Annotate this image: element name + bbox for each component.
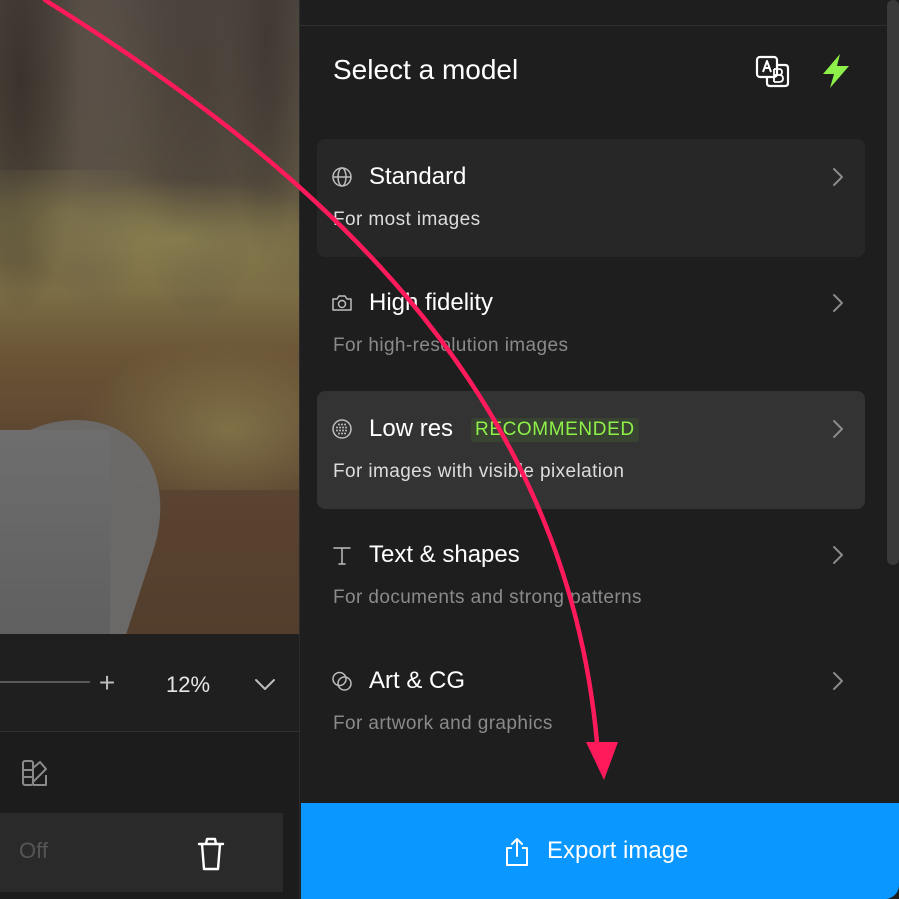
model-description: For images with visible pixelation: [333, 461, 625, 482]
model-description: For high-resolution images: [333, 335, 569, 356]
recommended-badge: RECOMMENDED: [471, 418, 639, 442]
model-name: Standard: [369, 163, 467, 190]
model-card-standard[interactable]: Standard For most images: [317, 139, 865, 257]
panel-title: Select a model: [333, 54, 519, 85]
export-button-label[interactable]: Export image: [547, 837, 688, 865]
model-card-low-res[interactable]: Low res RECOMMENDED For images with visi…: [317, 391, 865, 509]
model-description: For documents and strong patterns: [333, 587, 642, 608]
model-card-high-fidelity[interactable]: High fidelity For high-resolution images: [317, 265, 865, 383]
chevron-right-icon: [833, 294, 843, 312]
zoom-slider[interactable]: [0, 681, 90, 683]
chevron-right-icon: [833, 672, 843, 690]
globe-icon: [332, 167, 352, 187]
scrollbar[interactable]: [887, 0, 899, 565]
chevron-down-icon[interactable]: [252, 672, 278, 696]
model-description: For artwork and graphics: [333, 713, 553, 734]
palette-icon[interactable]: [20, 758, 50, 788]
chevron-right-icon: [833, 546, 843, 564]
model-name: Text & shapes: [369, 541, 520, 568]
bolt-icon[interactable]: [818, 52, 854, 90]
camera-icon: [332, 295, 352, 311]
model-card-text-shapes[interactable]: Text & shapes For documents and strong p…: [317, 517, 865, 635]
model-description: For most images: [333, 209, 481, 230]
photo-road-edge: [0, 430, 110, 634]
model-name: Art & CG: [369, 667, 466, 694]
image-preview[interactable]: [0, 0, 299, 634]
trash-icon[interactable]: [195, 836, 227, 872]
translate-icon[interactable]: [752, 52, 792, 90]
model-card-art-cg[interactable]: Art & CG For artwork and graphics: [317, 643, 865, 761]
zoom-value[interactable]: 12%: [150, 670, 226, 700]
chevron-right-icon: [833, 420, 843, 438]
dotted-circle-icon: [332, 419, 352, 439]
model-name: Low res: [369, 415, 454, 442]
text-icon: [333, 547, 351, 565]
toggle-value: Off: [19, 838, 48, 863]
chevron-right-icon: [833, 168, 843, 186]
divider: [300, 25, 886, 26]
art-icon: [332, 671, 352, 691]
model-name: High fidelity: [369, 289, 494, 316]
share-icon[interactable]: [504, 836, 530, 868]
zoom-in-button[interactable]: +: [94, 668, 120, 698]
